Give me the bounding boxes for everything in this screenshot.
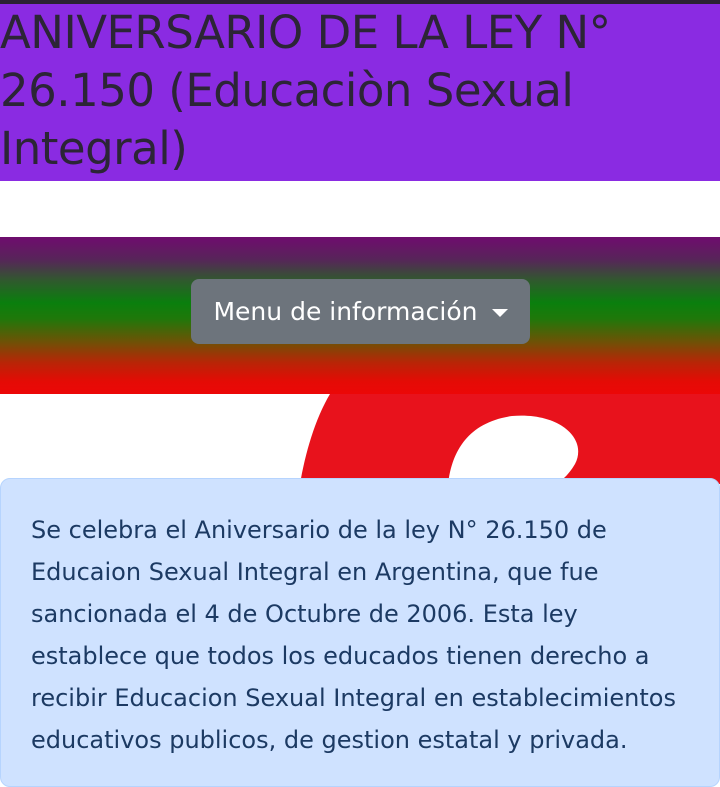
info-alert-box: Se celebra el Aniversario de la ley N° 2… <box>0 478 720 787</box>
caret-down-icon <box>491 308 508 317</box>
info-paragraph: Se celebra el Aniversario de la ley N° 2… <box>31 516 676 754</box>
red-logo-graphic <box>300 394 720 484</box>
page-header: ANIVERSARIO DE LA LEY N° 26.150 (Educaci… <box>0 4 720 181</box>
banner-image <box>0 394 720 484</box>
info-menu-dropdown-button[interactable]: Menu de información <box>191 279 530 344</box>
page-title: ANIVERSARIO DE LA LEY N° 26.150 (Educaci… <box>0 6 611 175</box>
dropdown-label: Menu de información <box>213 297 478 326</box>
spacer <box>0 181 720 237</box>
